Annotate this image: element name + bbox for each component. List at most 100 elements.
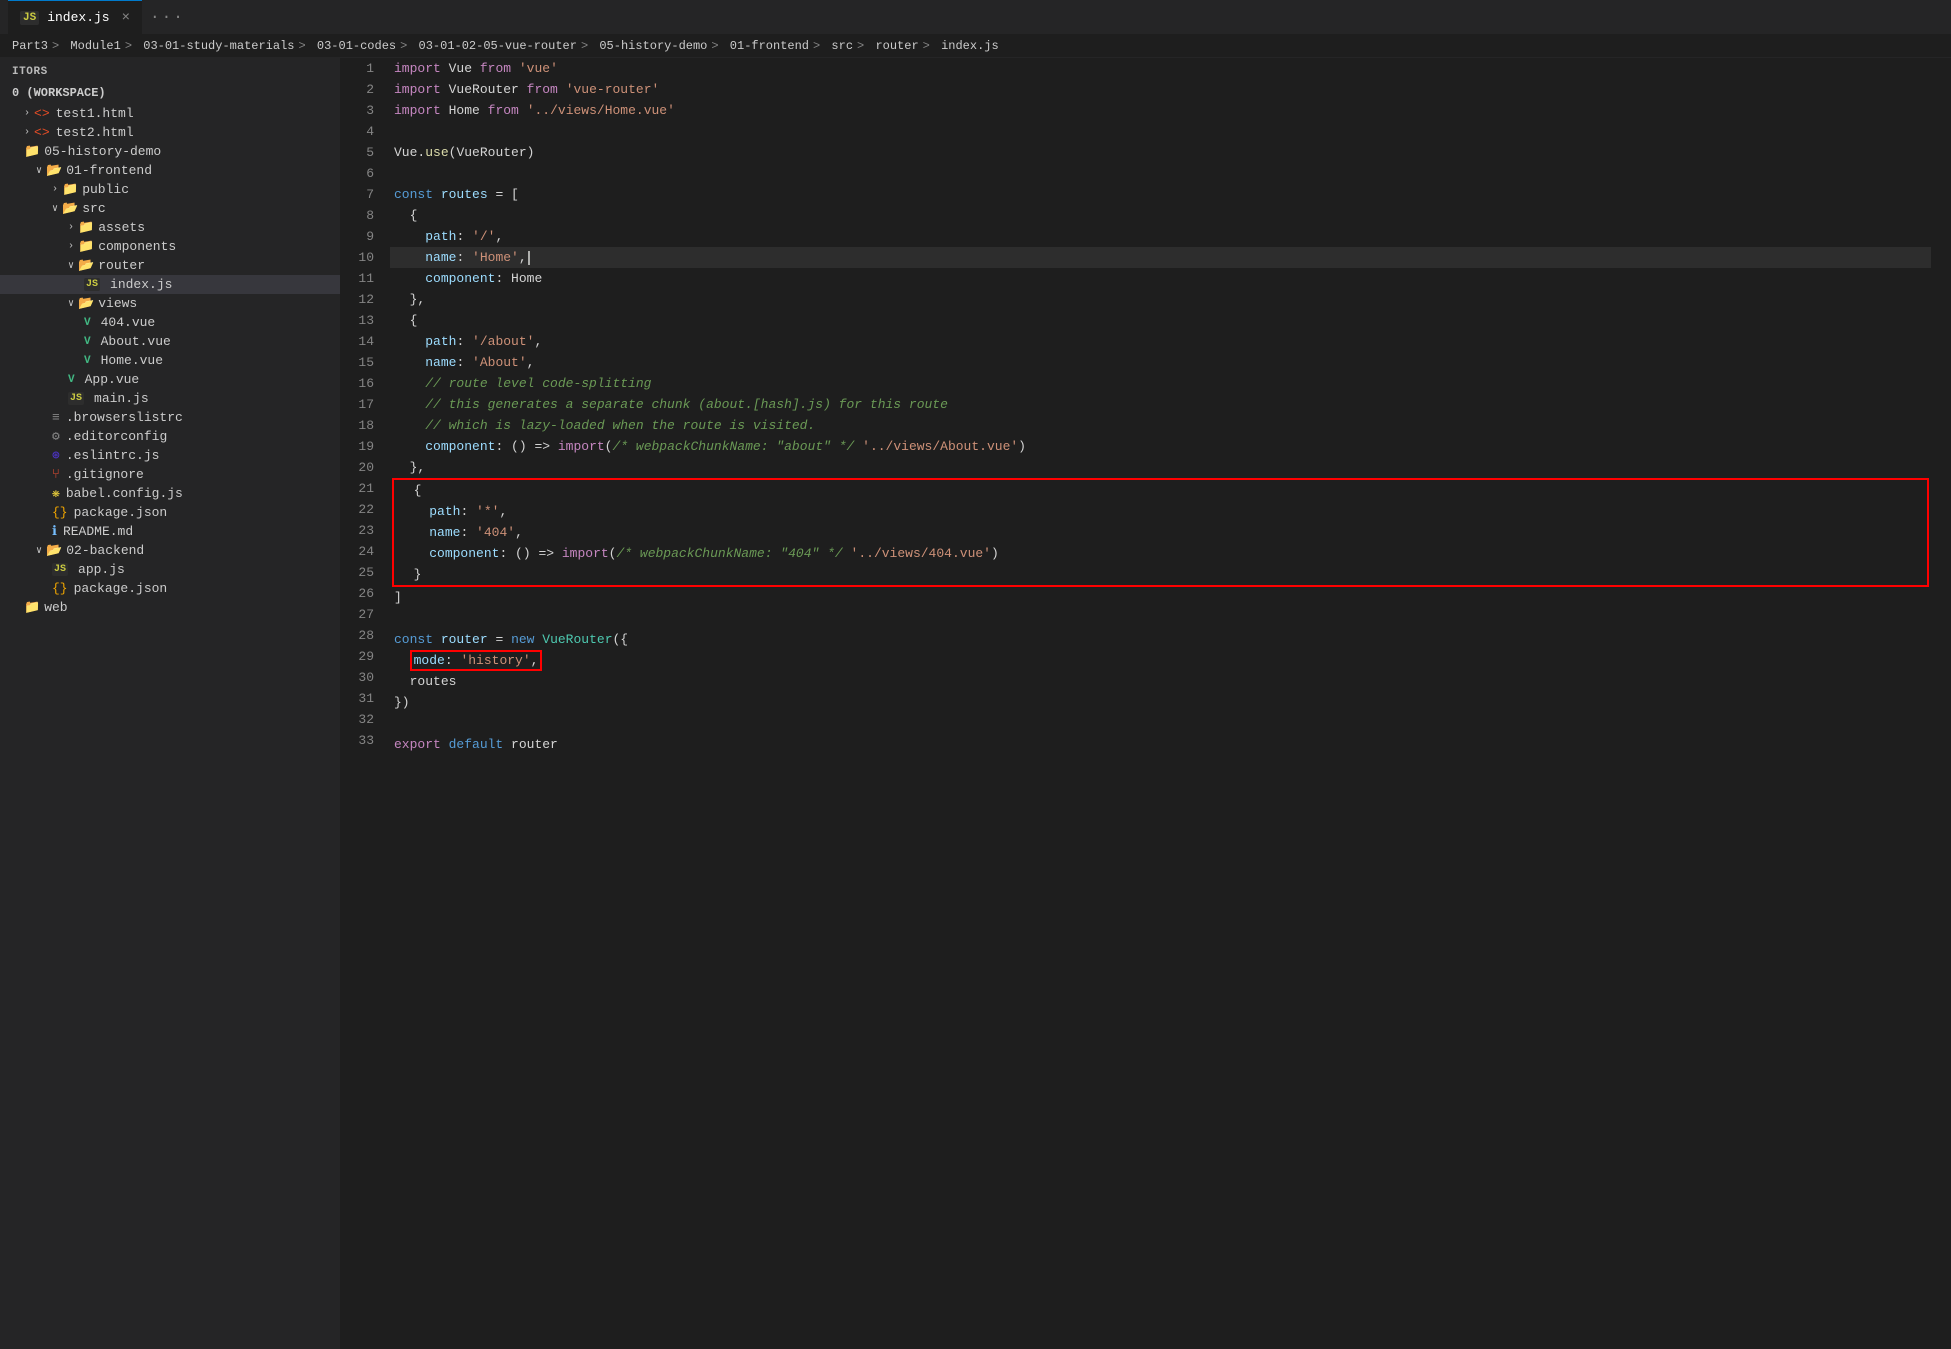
code-line: { <box>390 205 1931 226</box>
code-line <box>390 713 1931 734</box>
folder-icon: 📁 <box>24 144 40 159</box>
workspace-header[interactable]: 0 (WORKSPACE) <box>0 82 340 104</box>
code-line: import Home from '../views/Home.vue' <box>390 100 1931 121</box>
active-tab[interactable]: JS index.js × <box>8 0 142 35</box>
code-content: import Vue from 'vue' import VueRouter f… <box>390 58 1951 1349</box>
sidebar-item-01-frontend[interactable]: ∨ 📂 01-frontend <box>0 161 340 180</box>
sidebar-item-readme[interactable]: ℹ README.md <box>0 522 340 541</box>
vue-icon: V <box>84 336 91 348</box>
babel-icon: ❋ <box>52 486 60 501</box>
code-line: }, <box>390 289 1931 310</box>
code-line: import Vue from 'vue' <box>390 58 1931 79</box>
sidebar-item-app-vue[interactable]: V App.vue <box>0 370 340 389</box>
code-line: component: () => import(/* webpackChunkN… <box>390 436 1931 457</box>
sidebar-item-app-js[interactable]: JS app.js <box>0 560 340 579</box>
code-line: path: '/', <box>390 226 1931 247</box>
sidebar-item-gitignore[interactable]: ⑂ .gitignore <box>0 465 340 484</box>
code-line: }) <box>390 692 1931 713</box>
folder-icon: 📁 <box>24 600 40 615</box>
sidebar-item-src[interactable]: ∨ 📂 src <box>0 199 340 218</box>
code-line <box>390 608 1931 629</box>
sidebar-item-browserslistrc[interactable]: ≡ .browserslistrc <box>0 408 340 427</box>
sidebar-item-404-vue[interactable]: V 404.vue <box>0 313 340 332</box>
main-layout: ITORS 0 (WORKSPACE) › <> test1.html › <>… <box>0 58 1951 1349</box>
code-line: // which is lazy-loaded when the route i… <box>390 415 1931 436</box>
sidebar-item-router[interactable]: ∨ 📂 router <box>0 256 340 275</box>
line-numbers: 12345 678910 1112131415 1617181920 21222… <box>340 58 390 1349</box>
js-icon: JS <box>68 392 84 405</box>
folder-icon: 📂 <box>46 543 62 558</box>
sidebar-item-02-backend[interactable]: ∨ 📂 02-backend <box>0 541 340 560</box>
sidebar-item-components[interactable]: › 📁 components <box>0 237 340 256</box>
tab-close-button[interactable]: × <box>122 10 130 26</box>
sidebar-item-editorconfig[interactable]: ⚙ .editorconfig <box>0 427 340 446</box>
sidebar-item-about-vue[interactable]: V About.vue <box>0 332 340 351</box>
sidebar-item-index-js[interactable]: JS index.js <box>0 275 340 294</box>
folder-icon: 📂 <box>78 258 94 273</box>
vue-icon: V <box>84 355 91 367</box>
code-line: name: 'About', <box>390 352 1931 373</box>
sidebar-item-public[interactable]: › 📁 public <box>0 180 340 199</box>
more-tabs-dots[interactable]: ··· <box>150 8 185 26</box>
code-line: component: Home <box>390 268 1931 289</box>
sidebar-item-babel-config[interactable]: ❋ babel.config.js <box>0 484 340 503</box>
code-editor[interactable]: 12345 678910 1112131415 1617181920 21222… <box>340 58 1951 1349</box>
js-icon: JS <box>84 278 100 291</box>
folder-icon: 📂 <box>78 296 94 311</box>
breadcrumb: Part3> Module1> 03-01-study-materials> 0… <box>0 35 1951 58</box>
code-line: { <box>394 480 1927 501</box>
js-file-icon: JS <box>20 11 39 25</box>
code-line: name: '404', <box>394 522 1927 543</box>
rc-icon: ≡ <box>52 410 60 425</box>
html-icon: <> <box>34 125 50 140</box>
sidebar-item-assets[interactable]: › 📁 assets <box>0 218 340 237</box>
code-line: path: '/about', <box>390 331 1931 352</box>
sidebar-item-package-json-2[interactable]: {} package.json <box>0 579 340 598</box>
sidebar-item-test2[interactable]: › <> test2.html <box>0 123 340 142</box>
code-line: // this generates a separate chunk (abou… <box>390 394 1931 415</box>
tab-bar: JS index.js × ··· <box>0 0 1951 35</box>
html-icon: <> <box>34 106 50 121</box>
sidebar-item-main-js[interactable]: JS main.js <box>0 389 340 408</box>
gear-icon: ⚙ <box>52 429 60 444</box>
code-line: { <box>390 310 1931 331</box>
sidebar-item-web[interactable]: 📁 web <box>0 598 340 617</box>
sidebar-item-05-history-demo[interactable]: 📁 05-history-demo <box>0 142 340 161</box>
folder-icon: 📁 <box>62 182 78 197</box>
code-line: name: 'Home', <box>390 247 1931 268</box>
folder-icon: 📂 <box>46 163 62 178</box>
eslint-icon: ⊛ <box>52 448 60 463</box>
folder-icon: 📂 <box>62 201 78 216</box>
sidebar-item-test1[interactable]: › <> test1.html <box>0 104 340 123</box>
code-line: mode: 'history', <box>390 650 1931 671</box>
red-box-section: { path: '*', name: '404', component: () … <box>392 478 1929 587</box>
sidebar-item-views[interactable]: ∨ 📂 views <box>0 294 340 313</box>
code-line: import VueRouter from 'vue-router' <box>390 79 1931 100</box>
code-line <box>390 121 1931 142</box>
code-line: const router = new VueRouter({ <box>390 629 1931 650</box>
sidebar: ITORS 0 (WORKSPACE) › <> test1.html › <>… <box>0 58 340 1349</box>
code-line: Vue.use(VueRouter) <box>390 142 1931 163</box>
code-container: 12345 678910 1112131415 1617181920 21222… <box>340 58 1951 1349</box>
folder-icon: 📁 <box>78 220 94 235</box>
folder-icon: 📁 <box>78 239 94 254</box>
info-icon: ℹ <box>52 524 57 539</box>
code-line: path: '*', <box>394 501 1927 522</box>
json-icon: {} <box>52 505 68 520</box>
json-icon: {} <box>52 581 68 596</box>
code-line: const routes = [ <box>390 184 1931 205</box>
code-line: } <box>394 564 1927 585</box>
code-line: ] <box>390 587 1931 608</box>
code-line <box>390 163 1931 184</box>
code-line: routes <box>390 671 1931 692</box>
git-icon: ⑂ <box>52 467 60 482</box>
sidebar-item-package-json[interactable]: {} package.json <box>0 503 340 522</box>
sidebar-item-home-vue[interactable]: V Home.vue <box>0 351 340 370</box>
vue-icon: V <box>68 374 75 386</box>
code-line: // route level code-splitting <box>390 373 1931 394</box>
sidebar-item-eslintrc[interactable]: ⊛ .eslintrc.js <box>0 446 340 465</box>
sidebar-header: ITORS <box>0 58 340 82</box>
tab-label: index.js <box>47 10 109 25</box>
code-line: }, <box>390 457 1931 478</box>
code-line: component: () => import(/* webpackChunkN… <box>394 543 1927 564</box>
